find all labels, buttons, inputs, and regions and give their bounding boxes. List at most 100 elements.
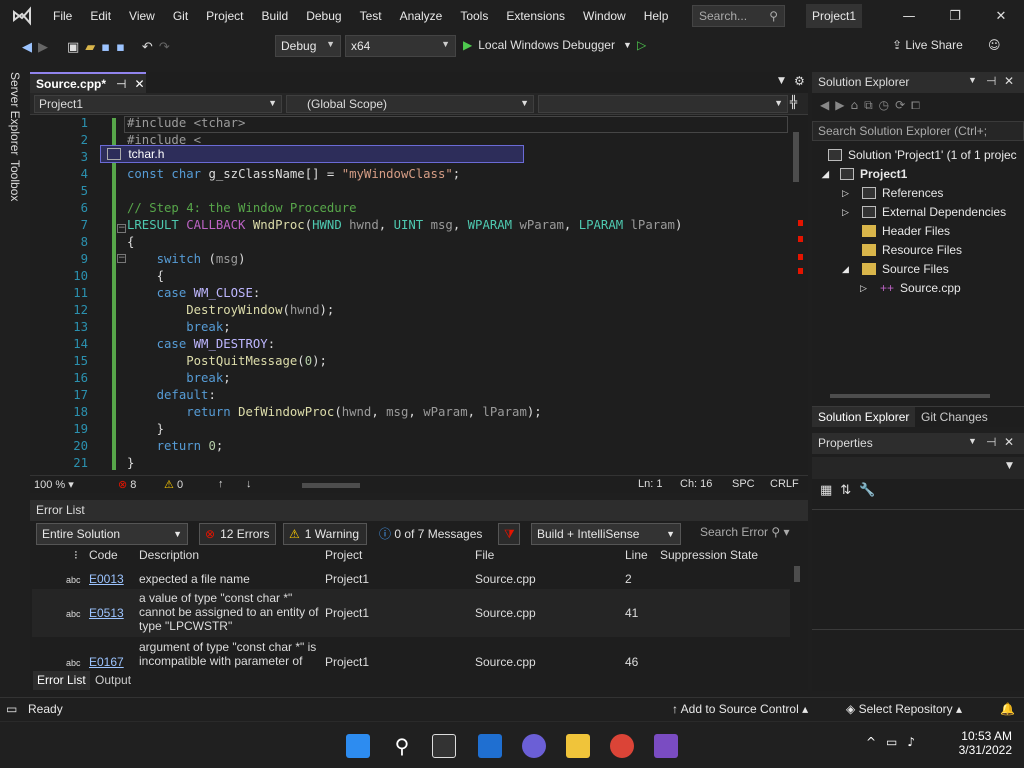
code-line[interactable]: 9 switch (msg) <box>30 252 790 269</box>
menu-item-edit[interactable]: Edit <box>81 9 120 23</box>
project-name-badge[interactable]: Project1 <box>806 4 862 28</box>
column-header-line[interactable]: Line <box>625 548 648 567</box>
scrollbar-thumb[interactable] <box>794 566 800 582</box>
close-icon[interactable]: ✕ <box>1004 74 1014 88</box>
notifications-icon[interactable]: 🔔 <box>1000 702 1015 716</box>
save-icon[interactable]: ▪ <box>101 36 110 58</box>
undo-icon[interactable]: ↶ <box>142 36 153 58</box>
code-line[interactable]: 10 { <box>30 269 790 286</box>
code-line[interactable]: 16 break; <box>30 371 790 388</box>
project-nav-dropdown[interactable]: Project1 ▼ <box>34 95 282 113</box>
menu-item-view[interactable]: View <box>120 9 164 23</box>
split-editor-icon[interactable]: ╬ <box>790 95 797 109</box>
warning-count-indicator[interactable]: ⚠ 0 <box>164 478 183 491</box>
table-row[interactable]: abc E0513 a value of type "const char *"… <box>32 589 790 637</box>
table-row[interactable]: abc E0167 argument of type "const char *… <box>32 638 790 670</box>
start-without-debugging-icon[interactable]: ▷ <box>637 38 646 52</box>
document-tab-source[interactable]: Source.cpp* ⊣ ✕ <box>30 72 146 93</box>
tree-item-source-cpp[interactable]: ▷ ++ Source.cpp <box>860 279 961 297</box>
code-line[interactable]: 17 default: <box>30 388 790 405</box>
build-filter-dropdown[interactable]: Build + IntelliSense ▼ <box>531 523 681 545</box>
code-line[interactable]: 12 DestroyWindow(hwnd); <box>30 303 790 320</box>
pin-icon[interactable]: ⊣ <box>986 435 996 449</box>
menu-item-test[interactable]: Test <box>351 9 391 23</box>
pin-icon[interactable]: ⊣ <box>116 77 126 91</box>
code-line[interactable]: 18 return DefWindowProc(hwnd, msg, wPara… <box>30 405 790 422</box>
back-icon[interactable]: ◀ <box>22 36 32 58</box>
tree-item-source-files[interactable]: ◢ Source Files <box>842 260 949 278</box>
collapse-icon[interactable]: − <box>117 224 126 233</box>
menu-item-window[interactable]: Window <box>574 9 635 23</box>
clock[interactable]: 10:53 AM 3/31/2022 <box>952 729 1012 757</box>
tree-item-header-files[interactable]: Header Files <box>862 222 950 240</box>
line-number-indicator[interactable]: Ln: 1 <box>638 478 662 490</box>
code-line[interactable]: 8{ <box>30 235 790 252</box>
error-code-link[interactable]: E0167 <box>89 655 124 669</box>
previous-issue-icon[interactable]: ↑ <box>218 478 224 490</box>
close-icon[interactable]: ✕ <box>1004 435 1014 449</box>
platform-dropdown[interactable]: x64 ▼ <box>345 35 456 57</box>
pin-icon[interactable]: ⊣ <box>986 74 996 88</box>
scope-dropdown[interactable]: Entire Solution ▼ <box>36 523 188 545</box>
chrome-icon[interactable] <box>610 734 634 758</box>
code-line[interactable]: 11 case WM_CLOSE: <box>30 286 790 303</box>
menu-item-help[interactable]: Help <box>635 9 678 23</box>
menu-item-analyze[interactable]: Analyze <box>391 9 452 23</box>
code-line[interactable]: 6 // Step 4: the Window Procedure <box>30 201 790 218</box>
solution-horizontal-scrollbar[interactable] <box>812 390 1012 402</box>
column-header-project[interactable]: Project <box>325 548 362 567</box>
code-line[interactable]: 13 break; <box>30 320 790 337</box>
tree-item-project[interactable]: ◢ Project1 <box>822 165 907 183</box>
tab-solution-explorer[interactable]: Solution Explorer <box>812 407 916 427</box>
windows-start-icon[interactable] <box>346 734 370 758</box>
error-code-link[interactable]: E0013 <box>89 572 124 586</box>
file-explorer-icon[interactable] <box>566 734 590 758</box>
search-box[interactable]: Search... ⚲ <box>692 5 785 27</box>
code-line[interactable]: 19 } <box>30 422 790 439</box>
solution-search-box[interactable]: Search Solution Explorer (Ctrl+; <box>812 121 1024 141</box>
editor-vertical-scrollbar[interactable] <box>790 118 804 474</box>
code-line[interactable]: 5 <box>30 184 790 201</box>
column-header-file[interactable]: File <box>475 548 494 567</box>
search-icon[interactable]: ⚲ <box>390 734 414 758</box>
code-line[interactable]: 4 const char g_szClassName[] = "myWindowC… <box>30 167 790 184</box>
code-line[interactable]: 14 case WM_DESTROY: <box>30 337 790 354</box>
solution-explorer-toolbar[interactable]: ◀▶⌂⧉◷⟳⧠ <box>820 98 926 113</box>
sort-icon[interactable]: ⁝ <box>74 548 78 567</box>
code-line[interactable]: 7 LRESULT CALLBACK WndProc(HWND hwnd, UIN… <box>30 218 790 235</box>
autocomplete-item[interactable]: tchar.h <box>128 147 164 161</box>
properties-object-dropdown[interactable]: ▼ <box>812 457 1024 479</box>
menu-item-file[interactable]: File <box>44 9 81 23</box>
menu-item-project[interactable]: Project <box>197 9 252 23</box>
column-header-code[interactable]: Code <box>89 548 118 567</box>
system-tray-icons[interactable]: ^▭♪ <box>866 735 925 749</box>
menu-item-extensions[interactable]: Extensions <box>497 9 574 23</box>
chevron-down-icon[interactable]: ▼ <box>968 436 977 446</box>
properties-toolbar[interactable]: ▦⇅🔧 <box>820 483 883 498</box>
collapse-icon[interactable]: − <box>117 254 126 263</box>
server-explorer-tab[interactable]: Server Explorer <box>8 72 22 155</box>
tab-error-list[interactable]: Error List <box>33 671 90 690</box>
save-all-icon[interactable]: ▪ <box>116 36 125 58</box>
line-ending-indicator[interactable]: CRLF <box>770 478 799 490</box>
column-indicator[interactable]: Ch: 16 <box>680 478 712 490</box>
teams-chat-icon[interactable] <box>522 734 546 758</box>
feedback-icon[interactable]: ☺ <box>988 38 1001 52</box>
member-nav-dropdown[interactable]: ▼ <box>538 95 788 113</box>
whitespace-indicator[interactable]: SPC <box>732 478 755 490</box>
configuration-dropdown[interactable]: Debug ▼ <box>275 35 341 57</box>
visual-studio-logo-icon[interactable] <box>0 0 44 32</box>
column-header-suppression[interactable]: Suppression State <box>660 548 758 567</box>
next-issue-icon[interactable]: ↓ <box>246 478 252 490</box>
scrollbar-thumb[interactable] <box>830 394 990 398</box>
error-search-box[interactable]: Search Error ⚲ ▾ <box>700 525 790 539</box>
forward-icon[interactable]: ▶ <box>38 36 48 58</box>
visual-studio-taskbar-icon[interactable] <box>654 734 678 758</box>
warnings-filter-button[interactable]: ⚠ 1 Warning <box>283 523 367 545</box>
tab-git-changes[interactable]: Git Changes <box>918 407 991 427</box>
table-row[interactable]: abc E0013 expected a file name Project1 … <box>32 569 790 589</box>
tab-output[interactable]: Output <box>91 671 135 690</box>
widgets-icon[interactable] <box>478 734 502 758</box>
error-code-link[interactable]: E0513 <box>89 606 124 620</box>
errors-filter-button[interactable]: ⊗ 12 Errors <box>199 523 276 545</box>
